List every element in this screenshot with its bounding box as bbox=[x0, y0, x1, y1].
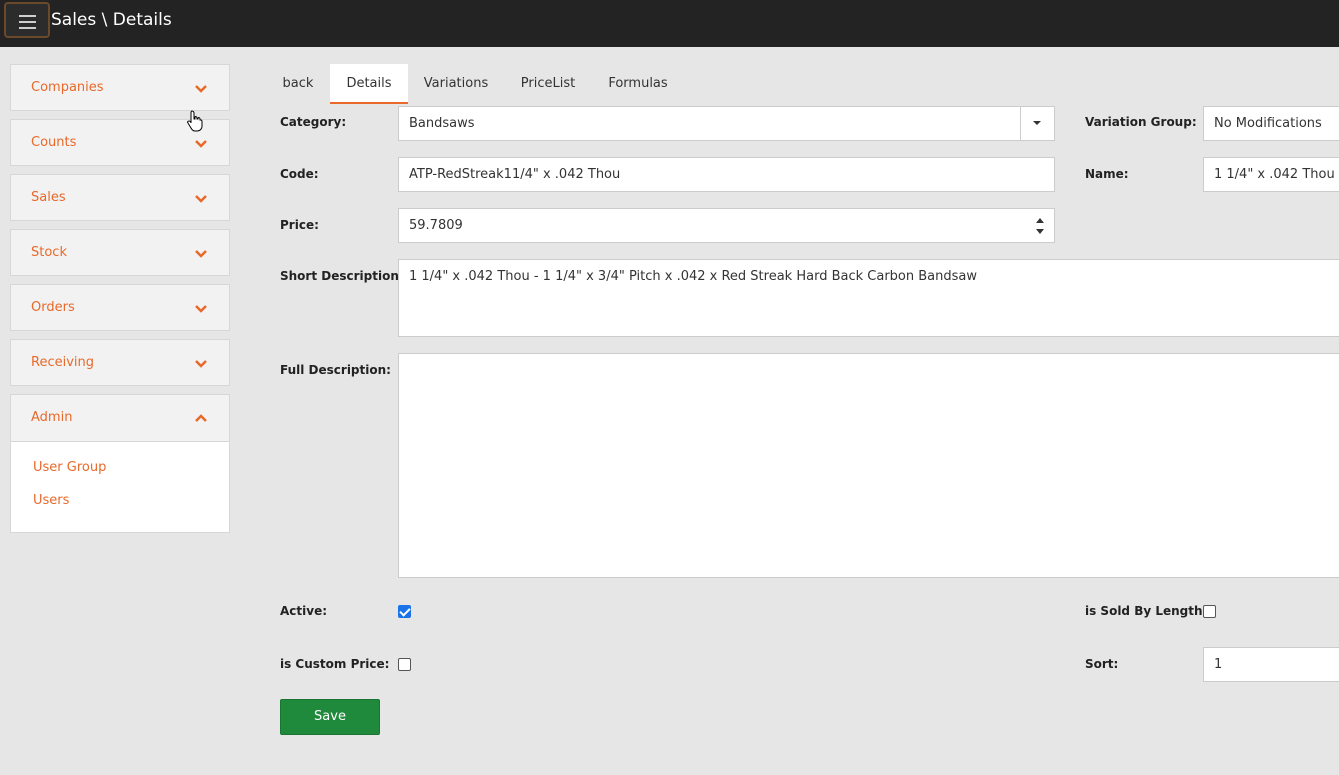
full-description-textarea[interactable] bbox=[398, 353, 1339, 578]
active-label: Active: bbox=[280, 604, 328, 618]
price-label: Price: bbox=[280, 218, 319, 232]
page-title: Sales \ Details bbox=[51, 10, 172, 30]
custom-price-checkbox[interactable] bbox=[398, 658, 411, 671]
category-dropdown[interactable]: Bandsaws bbox=[398, 106, 1055, 141]
code-input[interactable]: ATP-RedStreak11/4" x .042 Thou bbox=[398, 157, 1055, 192]
sidebar-item-label: Counts bbox=[31, 135, 77, 150]
sidebar-item-label: Sales bbox=[31, 190, 66, 205]
sidebar-item-companies[interactable]: Companies bbox=[10, 64, 230, 111]
variation-group-field[interactable]: No Modifications bbox=[1203, 106, 1339, 141]
dropdown-arrow-icon[interactable] bbox=[1020, 107, 1054, 140]
sidebar-item-stock[interactable]: Stock bbox=[10, 229, 230, 276]
code-label: Code: bbox=[280, 167, 319, 181]
tab-variations[interactable]: Variations bbox=[416, 64, 496, 104]
name-input[interactable]: 1 1/4" x .042 Thou bbox=[1203, 157, 1339, 192]
chevron-down-icon bbox=[195, 85, 207, 93]
name-label: Name: bbox=[1085, 167, 1129, 181]
category-label: Category: bbox=[280, 115, 347, 129]
sidebar-item-label: Companies bbox=[31, 80, 104, 95]
sidebar-subitem-users[interactable]: Users bbox=[11, 489, 229, 522]
full-description-label: Full Description: bbox=[280, 363, 391, 377]
sidebar-item-label: Admin bbox=[31, 410, 73, 425]
category-value: Bandsaws bbox=[409, 116, 475, 131]
chevron-down-icon bbox=[195, 305, 207, 313]
chevron-down-icon bbox=[195, 360, 207, 368]
price-value: 59.7809 bbox=[409, 218, 463, 233]
variation-group-label: Variation Group: bbox=[1085, 115, 1197, 129]
sidebar-item-label: Receiving bbox=[31, 355, 95, 370]
hamburger-line bbox=[19, 15, 36, 17]
tab-details[interactable]: Details bbox=[330, 64, 408, 104]
sidebar-item-admin[interactable]: Admin bbox=[10, 394, 230, 441]
price-input[interactable]: 59.7809 bbox=[398, 208, 1055, 243]
sidebar-subitem-user-group[interactable]: User Group bbox=[11, 456, 229, 489]
sidebar-item-label: Orders bbox=[31, 300, 75, 315]
top-bar: Sales \ Details bbox=[0, 0, 1339, 47]
sort-input[interactable]: 1 bbox=[1203, 647, 1339, 682]
tab-back[interactable]: back bbox=[269, 64, 327, 104]
sidebar-item-receiving[interactable]: Receiving bbox=[10, 339, 230, 386]
hamburger-menu-button[interactable] bbox=[4, 2, 50, 38]
short-description-label: Short Description: bbox=[280, 269, 404, 283]
sidebar-item-sales[interactable]: Sales bbox=[10, 174, 230, 221]
chevron-down-icon bbox=[195, 250, 207, 258]
variation-group-value: No Modifications bbox=[1214, 116, 1322, 131]
sidebar-submenu-admin: User Group Users bbox=[10, 441, 230, 533]
sidebar-item-orders[interactable]: Orders bbox=[10, 284, 230, 331]
chevron-down-icon bbox=[195, 140, 207, 148]
tab-formulas[interactable]: Formulas bbox=[599, 64, 677, 104]
hamburger-line bbox=[19, 21, 36, 23]
sidebar: Companies Counts Sales Stock Orders Rece… bbox=[10, 64, 230, 533]
chevron-down-icon bbox=[195, 195, 207, 203]
chevron-up-icon bbox=[195, 414, 207, 422]
sort-label: Sort: bbox=[1085, 657, 1119, 671]
sidebar-item-label: Stock bbox=[31, 245, 67, 260]
sold-by-length-checkbox[interactable] bbox=[1203, 605, 1216, 618]
save-button[interactable]: Save bbox=[280, 699, 380, 735]
sold-by-length-label: is Sold By Length: bbox=[1085, 604, 1208, 618]
hand-cursor-icon bbox=[187, 110, 203, 132]
active-checkbox[interactable] bbox=[398, 605, 411, 618]
number-spinner-icon[interactable] bbox=[1036, 216, 1044, 236]
tab-pricelist[interactable]: PriceList bbox=[512, 64, 584, 104]
custom-price-label: is Custom Price: bbox=[280, 657, 390, 671]
short-description-textarea[interactable]: 1 1/4" x .042 Thou - 1 1/4" x 3/4" Pitch… bbox=[398, 259, 1339, 337]
hamburger-line bbox=[19, 27, 36, 29]
